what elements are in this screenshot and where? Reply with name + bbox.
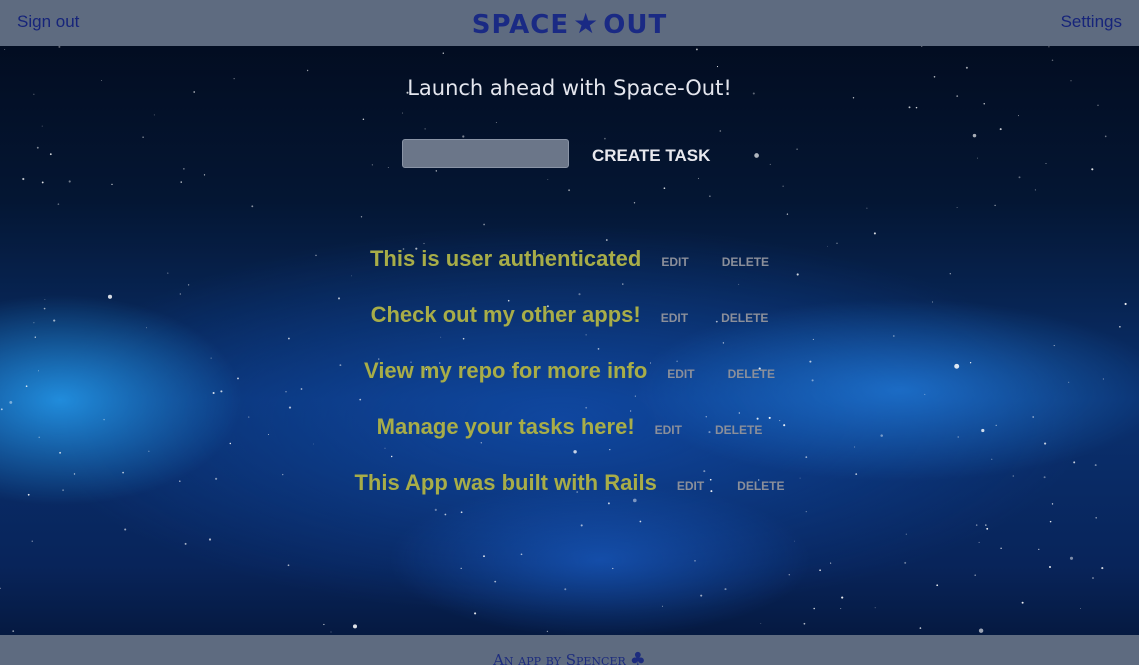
delete-task-link[interactable]: DELETE — [737, 479, 784, 493]
task-list: This is user authenticated EDIT DELETE C… — [0, 246, 1139, 526]
task-item: This App was built with Rails EDIT DELET… — [0, 470, 1139, 526]
page-tagline: Launch ahead with Space-Out! — [407, 76, 732, 100]
brand-logo: SPACE ★ OUT — [0, 7, 1139, 40]
top-navbar: Sign out SPACE ★ OUT Settings — [0, 0, 1139, 46]
task-item: This is user authenticated EDIT DELETE — [0, 246, 1139, 302]
delete-task-link[interactable]: DELETE — [715, 423, 762, 437]
edit-task-link[interactable]: EDIT — [677, 479, 704, 493]
new-task-input[interactable] — [402, 139, 569, 168]
settings-link[interactable]: Settings — [1061, 12, 1122, 32]
edit-task-link[interactable]: EDIT — [667, 367, 694, 381]
brand-text-out: OUT — [603, 10, 668, 40]
footer-credit-text: An app by Spencer — [493, 651, 626, 665]
club-icon: ♣ — [629, 649, 646, 665]
edit-task-link[interactable]: EDIT — [655, 423, 682, 437]
delete-task-link[interactable]: DELETE — [728, 367, 775, 381]
edit-task-link[interactable]: EDIT — [661, 311, 688, 325]
task-title: Check out my other apps! — [370, 302, 641, 327]
star-icon: ★ — [573, 7, 600, 40]
task-title: Manage your tasks here! — [376, 414, 635, 439]
delete-task-link[interactable]: DELETE — [721, 311, 768, 325]
task-item: View my repo for more info EDIT DELETE — [0, 358, 1139, 414]
task-title: This is user authenticated — [369, 246, 642, 271]
task-title: This App was built with Rails — [354, 470, 657, 495]
task-title: View my repo for more info — [364, 358, 648, 383]
delete-task-link[interactable]: DELETE — [722, 255, 769, 269]
task-item: Check out my other apps! EDIT DELETE — [0, 302, 1139, 358]
footer-credit: An app by Spencer ♣ — [493, 649, 646, 665]
main-content: Launch ahead with Space-Out! CREATE TASK… — [0, 46, 1139, 635]
brand-text-space: SPACE — [471, 10, 570, 40]
create-task-button[interactable]: CREATE TASK — [592, 146, 710, 166]
edit-task-link[interactable]: EDIT — [661, 255, 688, 269]
task-item: Manage your tasks here! EDIT DELETE — [0, 414, 1139, 470]
footer: An app by Spencer ♣ — [0, 635, 1139, 665]
